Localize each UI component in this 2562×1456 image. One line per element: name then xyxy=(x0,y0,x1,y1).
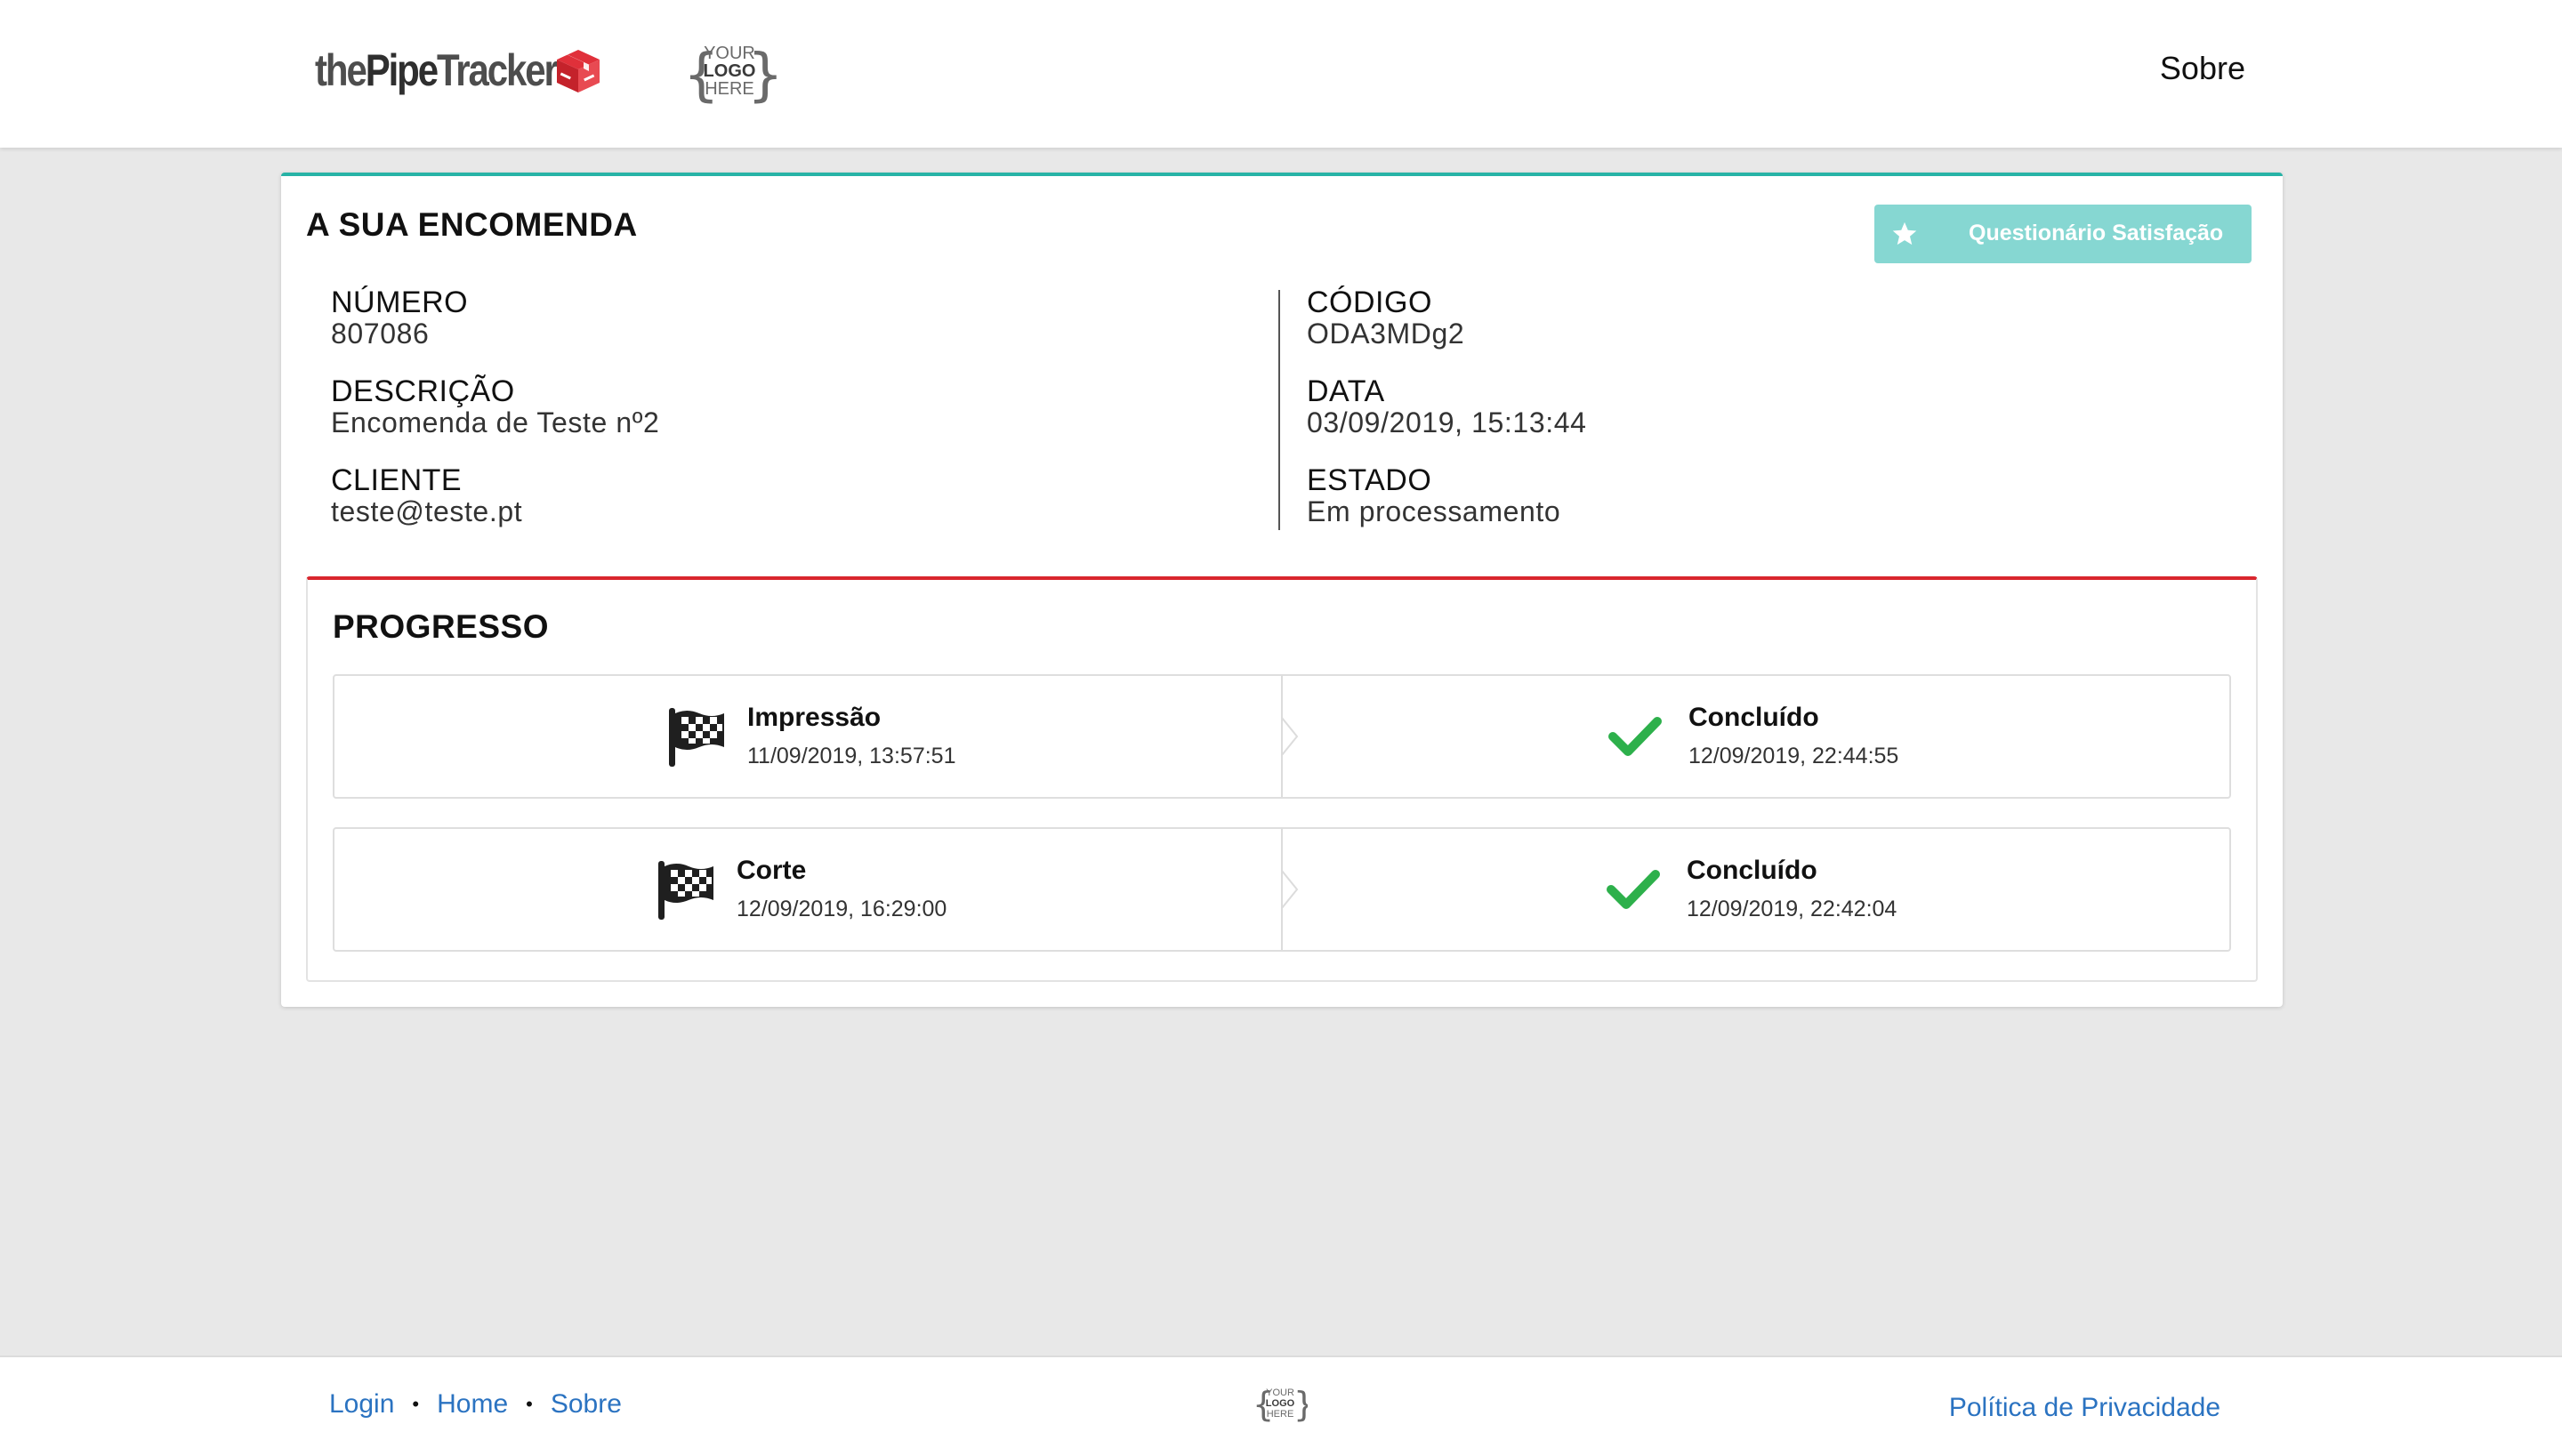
footer-home-link[interactable]: Home xyxy=(437,1389,508,1420)
progress-panel: PROGRESSO Impressão 11/09/2019, 13:57:51 xyxy=(306,576,2258,982)
brand-word-pipe: Pipe xyxy=(365,45,439,95)
step-end-date: 12/09/2019, 22:42:04 xyxy=(1687,897,1897,921)
brand-word-tracker: Tracker xyxy=(436,45,559,95)
order-card: A SUA ENCOMENDA Questionário Satisfação … xyxy=(281,173,2283,1007)
step-start: Corte 12/09/2019, 16:29:00 xyxy=(334,829,1281,950)
order-status-label: ESTADO xyxy=(1307,463,1432,497)
checkered-flag-icon xyxy=(669,708,724,767)
order-code-label: CÓDIGO xyxy=(1307,286,1432,319)
partner-logo: { } YOUR LOGO HERE xyxy=(680,36,784,109)
nav-about-link[interactable]: Sobre xyxy=(2160,50,2245,87)
footer: Login • Home • Sobre { } YOUR LOGO HERE … xyxy=(0,1355,2562,1456)
checkmark-icon xyxy=(1608,717,1662,756)
partner-logo-line2: LOGO xyxy=(704,61,756,81)
order-number-value: 807086 xyxy=(331,318,430,350)
order-info-left: NÚMERO 807086 DESCRIÇÃO Encomenda de Tes… xyxy=(331,286,659,553)
footer-logo-line3: HERE xyxy=(1267,1409,1294,1420)
info-divider xyxy=(1278,290,1280,530)
checkmark-icon xyxy=(1607,870,1660,909)
footer-logo-line1: YOUR xyxy=(1266,1388,1294,1398)
footer-partner-logo: { } YOUR LOGO HERE xyxy=(1253,1382,1315,1425)
order-client-label: CLIENTE xyxy=(331,463,463,497)
step-end: Concluído 12/09/2019, 22:42:04 xyxy=(1281,829,2229,950)
footer-about-link[interactable]: Sobre xyxy=(551,1389,622,1420)
footer-nav: Login • Home • Sobre xyxy=(329,1389,622,1420)
order-description: DESCRIÇÃO Encomenda de Teste nº2 xyxy=(331,375,659,464)
step-end: Concluído 12/09/2019, 22:44:55 xyxy=(1281,676,2229,797)
step-name: Impressão xyxy=(747,703,882,732)
partner-logo-line1: YOUR xyxy=(704,44,755,63)
checkered-flag-icon xyxy=(658,861,713,920)
survey-button-label: Questionário Satisfação xyxy=(1969,221,2224,245)
step-end-date: 12/09/2019, 22:44:55 xyxy=(1688,744,1899,768)
satisfaction-survey-button[interactable]: Questionário Satisfação xyxy=(1874,205,2252,263)
step-status: Concluído xyxy=(1688,703,1819,732)
step-start-date: 12/09/2019, 16:29:00 xyxy=(737,897,947,921)
step-name: Corte xyxy=(737,856,807,885)
order-code-value: ODA3MDg2 xyxy=(1307,318,1465,350)
step-status: Concluído xyxy=(1687,856,1817,885)
footer-separator: • xyxy=(412,1393,420,1415)
privacy-policy-link[interactable]: Política de Privacidade xyxy=(1949,1393,2220,1423)
partner-logo-line3: HERE xyxy=(705,79,754,99)
order-code: CÓDIGO ODA3MDg2 xyxy=(1307,286,1587,375)
progress-step-corte: Corte 12/09/2019, 16:29:00 Concluído 12/… xyxy=(333,827,2231,952)
order-number: NÚMERO 807086 xyxy=(331,286,659,375)
order-status-value: Em processamento xyxy=(1307,495,1561,527)
brand-logo[interactable]: thePipeTracker xyxy=(315,43,603,98)
step-start: Impressão 11/09/2019, 13:57:51 xyxy=(334,676,1281,797)
order-client: CLIENTE teste@teste.pt xyxy=(331,464,659,553)
order-info-right: CÓDIGO ODA3MDg2 DATA 03/09/2019, 15:13:4… xyxy=(1307,286,1587,553)
order-client-value: teste@teste.pt xyxy=(331,495,523,527)
order-date-value: 03/09/2019, 15:13:44 xyxy=(1307,406,1587,438)
progress-step-impressao: Impressão 11/09/2019, 13:57:51 Concluído… xyxy=(333,674,2231,799)
svg-text:}: } xyxy=(1293,1385,1308,1424)
top-navbar: thePipeTracker { } YOUR LOGO HERE Sobre xyxy=(0,0,2562,148)
order-date: DATA 03/09/2019, 15:13:44 xyxy=(1307,375,1587,464)
box-icon xyxy=(557,50,600,93)
star-icon xyxy=(1892,221,1917,245)
footer-separator: • xyxy=(526,1393,533,1415)
progress-title: PROGRESSO xyxy=(333,608,549,645)
order-number-label: NÚMERO xyxy=(331,286,469,319)
step-start-date: 11/09/2019, 13:57:51 xyxy=(747,744,956,768)
brand-wordmark: thePipeTracker xyxy=(315,44,559,96)
footer-login-link[interactable]: Login xyxy=(329,1389,394,1420)
order-description-value: Encomenda de Teste nº2 xyxy=(331,406,660,438)
order-status: ESTADO Em processamento xyxy=(1307,464,1587,553)
order-date-label: DATA xyxy=(1307,374,1385,408)
order-description-label: DESCRIÇÃO xyxy=(331,374,515,408)
order-title: A SUA ENCOMENDA xyxy=(306,206,638,243)
brand-word-the: the xyxy=(315,45,367,95)
footer-logo-line2: LOGO xyxy=(1266,1398,1295,1409)
